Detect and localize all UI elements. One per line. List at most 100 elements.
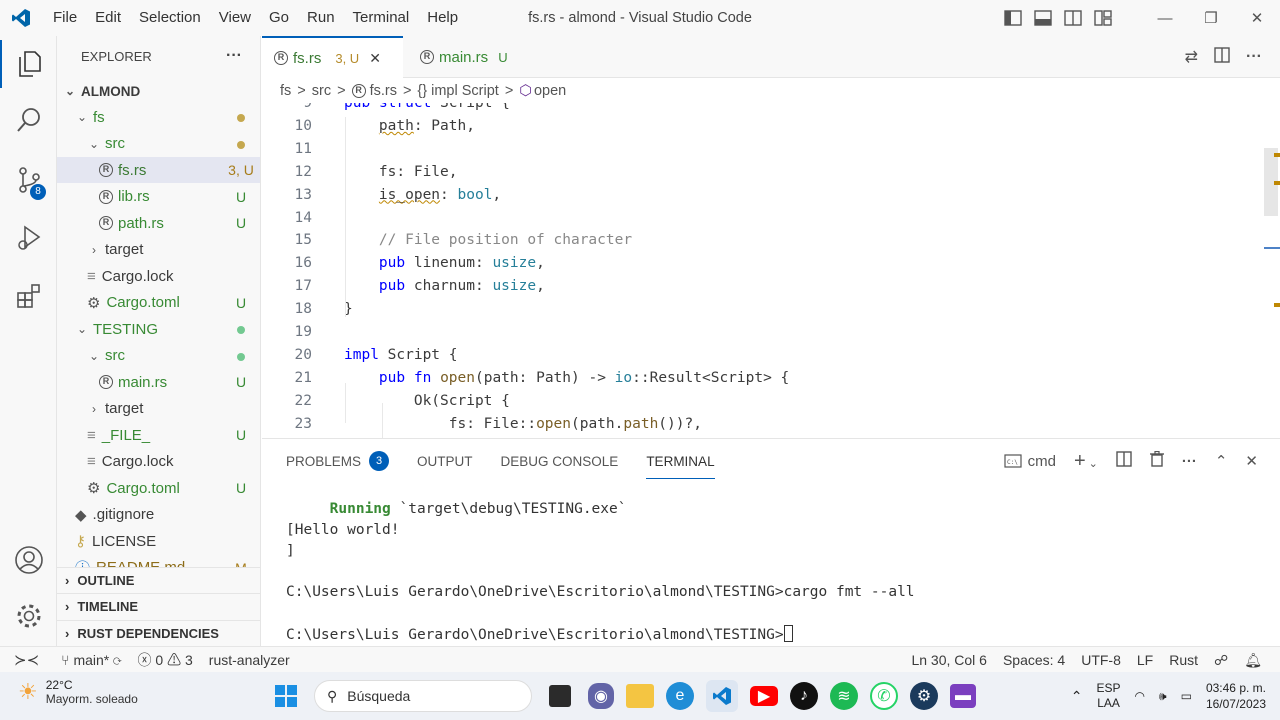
tree-item[interactable]: ⚙ Cargo.toml U: [57, 475, 260, 501]
breadcrumb-src[interactable]: src: [312, 83, 331, 99]
code-line[interactable]: Ok(Script {: [344, 393, 510, 409]
more-actions-icon[interactable]: ···: [1182, 453, 1197, 470]
more-actions-icon[interactable]: ···: [1246, 48, 1262, 66]
close-window-button[interactable]: ✕: [1234, 9, 1280, 27]
file-explorer-icon[interactable]: [626, 684, 654, 708]
indentation[interactable]: Spaces: 4: [995, 652, 1073, 668]
customize-layout-icon[interactable]: [1094, 10, 1114, 26]
tree-item[interactable]: ⌄ TESTING: [57, 316, 260, 342]
breadcrumb-file[interactable]: fs.rs: [370, 83, 397, 99]
language-indicator[interactable]: ESP LAA: [1097, 681, 1121, 711]
tab-debug-console[interactable]: DEBUG CONSOLE: [487, 439, 633, 483]
source-control-icon[interactable]: 8: [0, 156, 57, 204]
code-editor[interactable]: 9 pub struct Script {10 path: Path, 11 12 f…: [262, 103, 1262, 438]
code-line[interactable]: // File position of character: [344, 232, 632, 248]
code-line[interactable]: fs: File::open(path.path())?,: [344, 416, 702, 432]
tree-item[interactable]: ⚷ LICENSE: [57, 528, 260, 554]
wifi-icon[interactable]: ◠: [1135, 689, 1145, 703]
tab-main-rs[interactable]: R main.rs U: [408, 36, 520, 78]
tree-item[interactable]: Rpath.rs U: [57, 210, 260, 236]
search-icon[interactable]: [0, 96, 57, 144]
code-line[interactable]: path: Path,: [344, 118, 475, 134]
encoding[interactable]: UTF-8: [1073, 652, 1129, 668]
run-debug-icon[interactable]: [0, 214, 57, 262]
tab-output[interactable]: OUTPUT: [403, 439, 487, 483]
tree-item[interactable]: ◆ .gitignore: [57, 502, 260, 528]
outline-section[interactable]: › OUTLINE: [57, 567, 260, 593]
code-line[interactable]: impl Script {: [344, 347, 458, 363]
breadcrumb-fs[interactable]: fs: [280, 83, 291, 99]
tree-item[interactable]: ⚙ Cargo.toml U: [57, 290, 260, 316]
breadcrumb-impl[interactable]: {} impl Script: [417, 83, 498, 99]
tab-fs-rs[interactable]: R fs.rs 3, U ✕: [262, 36, 403, 78]
task-view-icon[interactable]: [549, 685, 571, 707]
code-line[interactable]: pub charnum: usize,: [344, 278, 545, 294]
breadcrumb-open[interactable]: open: [534, 83, 566, 99]
edge-browser-icon[interactable]: e: [666, 682, 694, 710]
timeline-section[interactable]: › TIMELINE: [57, 593, 260, 619]
chevron-up-icon[interactable]: ⌃: [1071, 688, 1083, 705]
whatsapp-icon[interactable]: ✆: [870, 682, 898, 710]
vscode-taskbar-icon[interactable]: [706, 680, 738, 712]
feedback-icon[interactable]: ☍: [1206, 652, 1236, 669]
rust-dependencies-section[interactable]: › RUST DEPENDENCIES: [57, 620, 260, 646]
rust-analyzer-status[interactable]: rust-analyzer: [201, 652, 298, 668]
menu-terminal[interactable]: Terminal: [344, 0, 419, 36]
code-line[interactable]: pub linenum: usize,: [344, 255, 545, 271]
account-icon[interactable]: [0, 536, 57, 584]
split-editor-icon[interactable]: [1214, 46, 1230, 68]
youtube-icon[interactable]: ▶: [750, 686, 778, 706]
toggle-primary-sidebar-icon[interactable]: [1004, 10, 1024, 26]
toggle-secondary-sidebar-icon[interactable]: [1064, 10, 1084, 26]
tree-item[interactable]: Rfs.rs 3, U: [57, 157, 260, 183]
tab-problems[interactable]: PROBLEMS 3: [272, 439, 403, 483]
menu-file[interactable]: File: [44, 0, 86, 36]
teams-chat-icon[interactable]: ◉: [588, 683, 614, 709]
tree-item[interactable]: ⌄ src: [57, 131, 260, 157]
split-terminal-icon[interactable]: [1116, 451, 1132, 471]
maximize-panel-icon[interactable]: ⌃: [1215, 452, 1228, 470]
code-line[interactable]: is_open: bool,: [344, 187, 501, 203]
code-line[interactable]: pub fn open(path: Path) -> io::Result<Sc…: [344, 370, 789, 386]
menu-edit[interactable]: Edit: [86, 0, 130, 36]
trash-icon[interactable]: [1149, 450, 1164, 471]
tree-item[interactable]: › target: [57, 237, 260, 263]
tree-item[interactable]: ⌄ src: [57, 343, 260, 369]
tree-item[interactable]: ⌄ fs: [57, 104, 260, 130]
explorer-icon[interactable]: [0, 40, 57, 88]
menu-view[interactable]: View: [210, 0, 260, 36]
tree-item[interactable]: Rmain.rs U: [57, 369, 260, 395]
new-terminal-icon[interactable]: + ⌄: [1074, 450, 1098, 473]
menu-help[interactable]: Help: [418, 0, 467, 36]
tree-item[interactable]: ≡ _FILE_ U: [57, 422, 260, 448]
notifications-bell-icon[interactable]: 🔔︎: [1236, 652, 1270, 669]
windows-start-icon[interactable]: [270, 680, 302, 712]
terminal-shell-selector[interactable]: C:\ cmd: [1003, 453, 1056, 470]
close-panel-icon[interactable]: ✕: [1245, 452, 1258, 470]
editor-scrollbar[interactable]: [1262, 103, 1280, 438]
video-editor-icon[interactable]: ▬: [950, 684, 976, 708]
code-line[interactable]: pub struct Script {: [344, 103, 510, 111]
code-line[interactable]: fs: File,: [344, 164, 458, 180]
cursor-position[interactable]: Ln 30, Col 6: [903, 652, 995, 668]
workspace-root[interactable]: ⌄ ALMOND: [57, 78, 260, 104]
tree-item[interactable]: Rlib.rs U: [57, 184, 260, 210]
close-tab-icon[interactable]: ✕: [369, 50, 381, 67]
clock[interactable]: 03:46 p. m. 16/07/2023: [1206, 680, 1266, 712]
volume-icon[interactable]: 🕪︎: [1159, 689, 1167, 704]
steam-icon[interactable]: ⚙: [910, 682, 938, 710]
tree-item[interactable]: ≡ Cargo.lock: [57, 263, 260, 289]
weather-widget[interactable]: ☀ 22°C Mayorm. soleado: [18, 678, 138, 706]
tab-terminal[interactable]: TERMINAL: [632, 439, 728, 483]
settings-gear-icon[interactable]: [0, 592, 57, 640]
minimize-button[interactable]: —: [1142, 10, 1188, 27]
remote-icon[interactable]: ≻≺: [0, 651, 53, 669]
menu-run[interactable]: Run: [298, 0, 344, 36]
tiktok-icon[interactable]: ♪: [790, 682, 818, 710]
extensions-icon[interactable]: [0, 272, 57, 320]
terminal-prompt-line[interactable]: C:\Users\Luis Gerardo\OneDrive\Escritori…: [286, 625, 793, 643]
line-ending[interactable]: LF: [1129, 652, 1161, 668]
open-changes-icon[interactable]: ⇄: [1185, 47, 1198, 67]
tree-item[interactable]: › target: [57, 396, 260, 422]
toggle-panel-icon[interactable]: [1034, 10, 1054, 26]
